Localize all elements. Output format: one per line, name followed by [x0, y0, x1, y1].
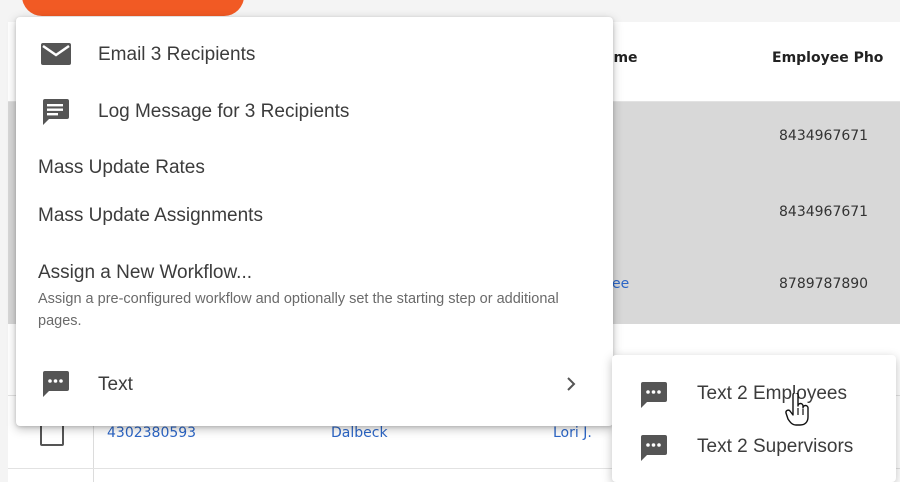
menu-item-label: Mass Update Assignments	[38, 205, 263, 226]
message-icon	[41, 99, 69, 130]
menu-item-mass-update-rates[interactable]: Mass Update Rates	[16, 153, 613, 189]
submenu-item-text-supervisors[interactable]: Text 2 Supervisors	[612, 422, 896, 472]
sms-icon	[639, 382, 667, 413]
menu-item-label: Text	[98, 374, 133, 395]
table-cell-name-link[interactable]: ee	[612, 276, 629, 292]
envelope-icon	[41, 43, 71, 70]
sms-icon	[639, 435, 667, 466]
table-cell-phone: 8434967671	[779, 204, 869, 220]
menu-item-mass-update-assignments[interactable]: Mass Update Assignments	[16, 201, 613, 237]
menu-item-email-recipients[interactable]: Email 3 Recipients	[16, 39, 613, 79]
table-cell-first-name-link[interactable]: Lori J.	[553, 425, 592, 441]
hand-pointer-icon	[785, 391, 811, 432]
menu-item-label: Assign a New Workflow...	[38, 262, 253, 283]
bulk-actions-menu: Email 3 Recipients Log Message for 3 Rec…	[16, 17, 613, 426]
column-header-employee-phone[interactable]: Employee Pho	[772, 50, 883, 66]
menu-item-label: Log Message for 3 Recipients	[98, 101, 350, 122]
submenu-item-label: Text 2 Supervisors	[697, 436, 854, 457]
table-cell-last-name-link[interactable]: Dalbeck	[331, 425, 388, 441]
chevron-right-icon	[564, 375, 578, 398]
submenu-item-label: Text 2 Employees	[697, 383, 847, 404]
submenu-item-text-employees[interactable]: Text 2 Employees	[612, 369, 896, 419]
table-cell-phone-link[interactable]: 4302380593	[107, 425, 196, 441]
menu-item-text[interactable]: Text	[16, 369, 613, 409]
menu-item-assign-workflow[interactable]: Assign a New Workflow... Assign a pre-co…	[16, 260, 613, 344]
menu-item-log-message[interactable]: Log Message for 3 Recipients	[16, 93, 613, 133]
menu-item-description: Assign a pre-configured workflow and opt…	[38, 291, 559, 329]
primary-action-button[interactable]	[22, 0, 244, 16]
table-cell-phone: 8434967671	[779, 128, 869, 144]
menu-item-label: Email 3 Recipients	[98, 44, 256, 65]
table-cell-phone: 8789787890	[779, 276, 869, 292]
sms-icon	[41, 371, 69, 402]
menu-item-label: Mass Update Rates	[38, 157, 205, 178]
text-submenu: Text 2 Employees Text 2 Supervisors	[612, 355, 896, 482]
